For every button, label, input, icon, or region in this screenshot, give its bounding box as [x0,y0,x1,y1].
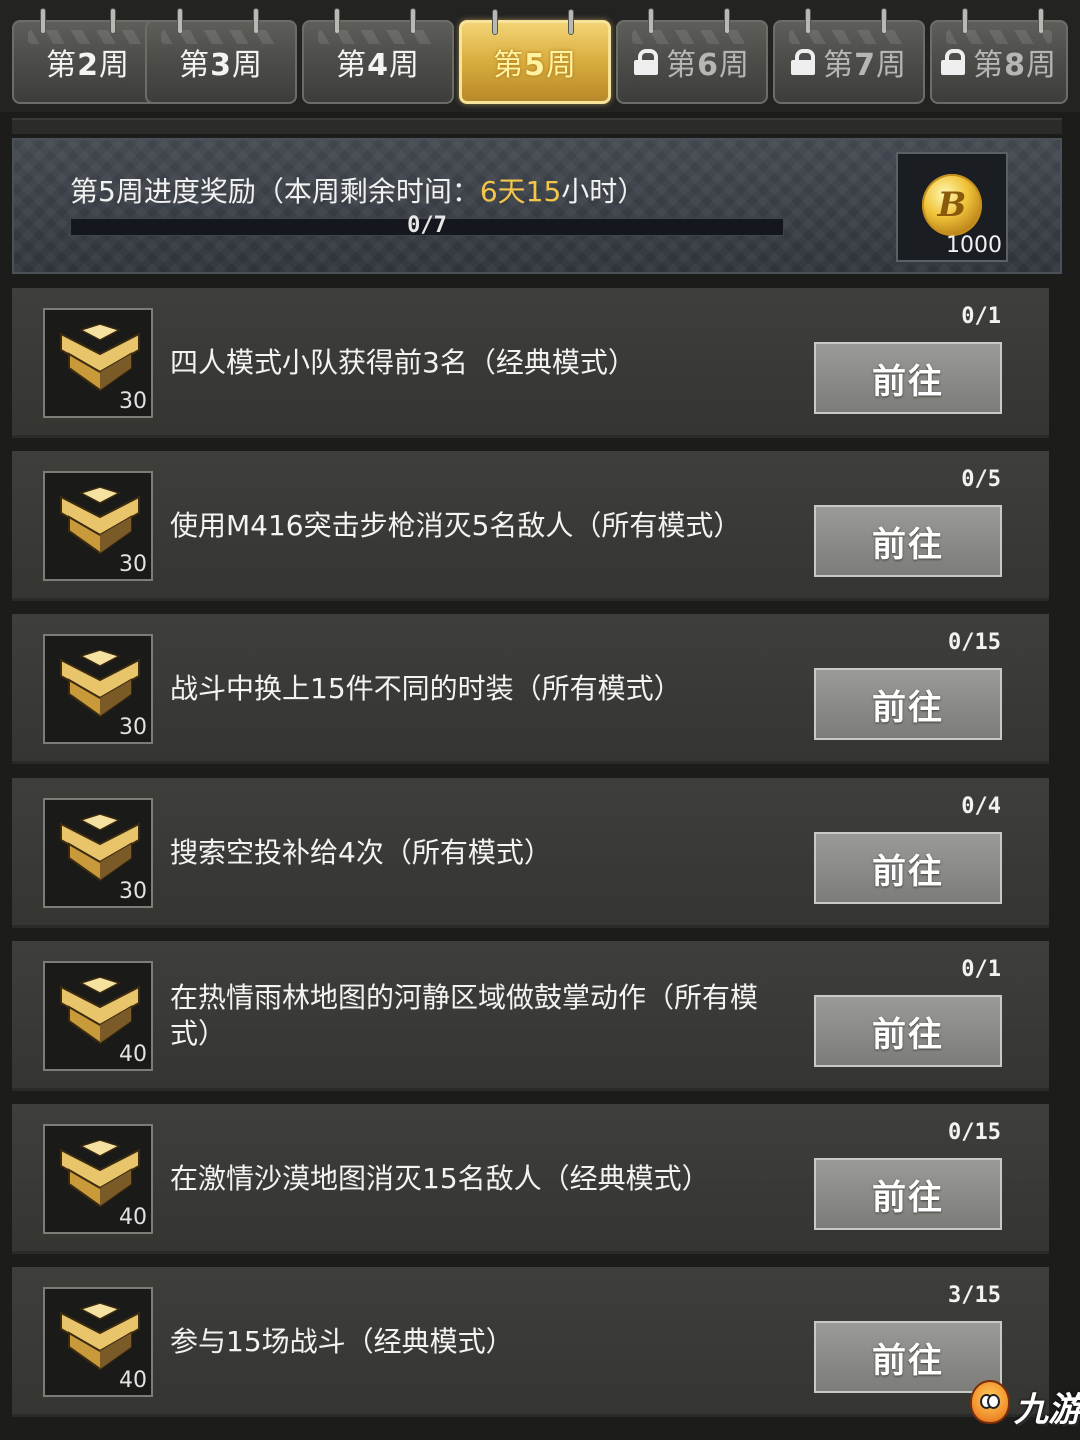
chevron-icon [59,486,141,559]
rank-chevron-badge: 40 [43,1124,153,1234]
week-tab-bar: 第2周 第3周 第4周 第5周 第6周 第7周 第8周 [0,0,1080,112]
reward-title: 第5周进度奖励（本周剩余时间：6天15小时） [70,175,646,208]
reward-item-slot[interactable]: B 1000 [896,152,1008,262]
task-points: 30 [119,389,147,414]
tab-label: 第3周 [179,48,263,83]
rank-chevron-badge: 30 [43,634,153,744]
task-progress: 0/1 [961,957,1001,982]
task-description: 在激情沙漠地图消灭15名敌人（经典模式） [170,1162,710,1195]
task-points: 30 [119,715,147,740]
tab-label: 第7周 [823,48,907,83]
task-points: 30 [119,879,147,904]
task-points: 40 [119,1368,147,1393]
chevron-icon [59,323,141,396]
tab-pattern [28,30,148,44]
tab-pattern [789,30,909,44]
rank-chevron-badge: 40 [43,961,153,1071]
go-button[interactable]: 前往 [814,1158,1002,1230]
tab-week-4[interactable]: 第4周 [302,8,454,104]
chevron-icon [59,813,141,886]
mascot-icon [970,1380,1010,1424]
reward-progress-bar: 0/7 [70,213,784,238]
divider [12,118,1062,134]
coin-icon: B [922,174,982,236]
go-button[interactable]: 前往 [814,832,1002,904]
reward-progress-text: 0/7 [407,213,447,238]
tab-week-6[interactable]: 第6周 [616,8,768,104]
lock-icon [634,49,659,75]
chevron-icon [59,1302,141,1375]
task-row: 30 四人模式小队获得前3名（经典模式） 0/1 前往 [12,288,1049,438]
tab-week-5[interactable]: 第5周 [459,9,611,104]
tab-week-2[interactable]: 第2周 [12,8,164,104]
tab-pattern [632,30,752,44]
tab-pattern [318,30,438,44]
task-points: 40 [119,1042,147,1067]
rank-chevron-badge: 40 [43,1287,153,1397]
tab-label: 第8周 [973,48,1057,83]
task-progress: 3/15 [948,1283,1001,1308]
task-description: 战斗中换上15件不同的时装（所有模式） [170,672,682,705]
tab-week-3[interactable]: 第3周 [145,8,297,104]
task-row: 30 战斗中换上15件不同的时装（所有模式） 0/15 前往 [12,614,1049,764]
task-description: 使用M416突击步枪消灭5名敌人（所有模式） [170,509,742,542]
task-row: 30 搜索空投补给4次（所有模式） 0/4 前往 [12,778,1049,928]
lock-icon [941,49,966,75]
tab-label: 第2周 [46,48,130,83]
watermark-logo: 九游 [968,1378,1080,1434]
task-progress: 0/5 [961,467,1001,492]
task-points: 40 [119,1205,147,1230]
task-progress: 0/4 [961,794,1001,819]
task-progress: 0/1 [961,304,1001,329]
task-description: 搜索空投补给4次（所有模式） [170,836,552,869]
chevron-icon [59,976,141,1049]
chevron-icon [59,1139,141,1212]
watermark-text: 九游 [1014,1390,1080,1430]
rank-chevron-badge: 30 [43,471,153,581]
task-row: 40 在热情雨林地图的河静区域做鼓掌动作（所有模式） 0/1 前往 [12,941,1049,1091]
weekly-reward-panel: 第5周进度奖励（本周剩余时间：6天15小时） 0/7 B 1000 [12,138,1062,274]
go-button[interactable]: 前往 [814,505,1002,577]
task-description: 四人模式小队获得前3名（经典模式） [170,346,636,379]
tab-pattern [161,30,281,44]
task-row: 30 使用M416突击步枪消灭5名敌人（所有模式） 0/5 前往 [12,451,1049,601]
task-points: 30 [119,552,147,577]
task-description: 在热情雨林地图的河静区域做鼓掌动作（所有模式） [170,981,759,1050]
tab-label: 第4周 [336,48,420,83]
go-button[interactable]: 前往 [814,995,1002,1067]
rank-chevron-badge: 30 [43,798,153,908]
binder-ring [492,9,498,35]
lock-icon [791,49,816,75]
task-row: 40 在激情沙漠地图消灭15名敌人（经典模式） 0/15 前往 [12,1104,1049,1254]
go-button[interactable]: 前往 [814,342,1002,414]
tab-week-8[interactable]: 第8周 [930,8,1068,104]
task-progress: 0/15 [948,1120,1001,1145]
tab-week-7[interactable]: 第7周 [773,8,925,104]
task-progress: 0/15 [948,630,1001,655]
tab-label: 第6周 [666,48,750,83]
go-button[interactable]: 前往 [814,668,1002,740]
tab-label: 第5周 [493,48,577,83]
binder-ring [568,9,574,35]
task-row: 40 参与15场战斗（经典模式） 3/15 前往 [12,1267,1049,1417]
rank-chevron-badge: 30 [43,308,153,418]
coin-amount: 1000 [946,233,1002,258]
chevron-icon [59,649,141,722]
task-description: 参与15场战斗（经典模式） [170,1325,514,1358]
tab-pattern [946,30,1052,44]
